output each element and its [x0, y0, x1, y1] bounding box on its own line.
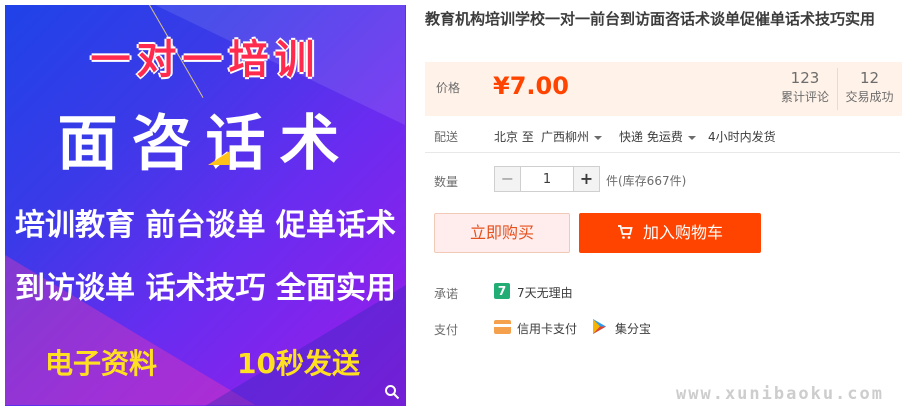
decor-accent — [208, 151, 230, 165]
image-tagline-1: 培训教育 前台谈单 促单话术 — [15, 208, 396, 243]
shipping-method-select[interactable]: 快递 免运费 — [619, 128, 696, 145]
quantity-increase-button[interactable]: + — [573, 167, 599, 191]
image-tagline-2: 到访谈单 话术技巧 全面实用 — [15, 271, 396, 306]
shipping-time: 4小时内发货 — [708, 130, 776, 144]
payment-credit-card[interactable]: 信用卡支付 — [517, 320, 577, 337]
shipping-from: 北京 至 — [494, 130, 534, 144]
buy-now-button[interactable]: 立即购买 — [434, 213, 570, 253]
cart-icon — [617, 214, 633, 252]
image-headline: 面咨话术 — [57, 109, 354, 179]
reviews-stat[interactable]: 123 累计评论 — [773, 68, 837, 106]
payment-jifenbao[interactable]: 集分宝 — [615, 320, 651, 337]
promise-label: 承诺 — [434, 287, 459, 301]
payment-label: 支付 — [434, 323, 459, 337]
product-title: 教育机构培训学校一对一前台到访面咨话术谈单促催单话术技巧实用 — [425, 10, 876, 28]
watermark: www.xunibaoku.com — [676, 384, 884, 404]
chevron-down-icon — [687, 135, 696, 140]
shipping-method: 快递 免运费 — [619, 130, 683, 144]
trades-count: 12 — [859, 69, 880, 87]
price-value: ¥7.00 — [493, 72, 569, 100]
chevron-down-icon — [594, 135, 603, 140]
image-title: 一对一培训 — [90, 37, 321, 83]
quantity-stepper: − + — [494, 166, 600, 192]
jifenbao-icon — [591, 318, 608, 335]
add-to-cart-button[interactable]: 加入购物车 — [579, 213, 761, 253]
price-label: 价格 — [436, 81, 461, 95]
trades-label: 交易成功 — [845, 90, 894, 104]
reviews-count: 123 — [790, 69, 820, 87]
shipping-destination: 广西柳州 — [541, 130, 590, 144]
image-badge-left: 电子资料 — [45, 347, 158, 380]
add-to-cart-label: 加入购物车 — [642, 223, 723, 242]
reviews-label: 累计评论 — [780, 90, 829, 104]
product-image[interactable]: 一对一培训 面咨话术 培训教育 前台谈单 促单话术 到访谈单 话术技巧 全面实用… — [5, 5, 406, 406]
magnifier-icon[interactable] — [384, 384, 400, 400]
quantity-label: 数量 — [434, 175, 459, 189]
shipping-destination-select[interactable]: 广西柳州 — [541, 128, 603, 145]
stock-text: 件(库存667件) — [606, 174, 687, 188]
quantity-input[interactable] — [521, 167, 573, 191]
divider — [425, 152, 900, 153]
quantity-decrease-button[interactable]: − — [495, 167, 521, 191]
trades-stat: 12 交易成功 — [837, 68, 901, 110]
promise-text[interactable]: 7天无理由 — [517, 284, 573, 301]
shipping-label: 配送 — [434, 130, 459, 144]
price-box: 价格 ¥7.00 123 累计评论 12 交易成功 — [425, 62, 902, 116]
seven-day-return-icon: 7 — [494, 283, 510, 299]
image-badge-right: 10秒发送 — [237, 347, 360, 380]
credit-card-icon — [494, 320, 511, 334]
